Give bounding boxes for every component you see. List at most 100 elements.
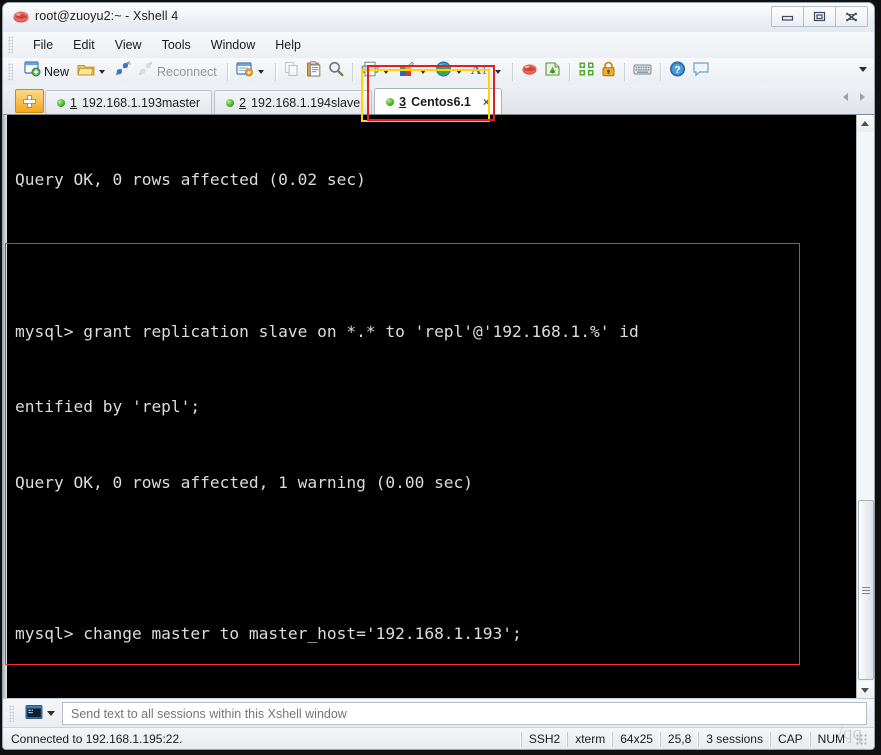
- terminal-scrollbar[interactable]: [856, 115, 874, 699]
- terminal-line: entified by 'repl';: [15, 397, 201, 417]
- new-window-icon: [24, 61, 41, 82]
- tab-scroll-left-icon[interactable]: [843, 93, 848, 101]
- xftp-icon: [544, 61, 561, 82]
- xshell-window: root@zuoyu2:~ - Xshell 4 File Edit View …: [2, 2, 875, 750]
- resize-grip-icon[interactable]: [856, 733, 868, 746]
- new-session-button[interactable]: New: [21, 60, 74, 83]
- open-session-button[interactable]: [74, 60, 111, 83]
- browser-button[interactable]: [432, 60, 468, 83]
- terminal-line: Query OK, 0 rows affected, 1 warning (0.…: [15, 472, 474, 492]
- scroll-down-button[interactable]: [857, 682, 873, 699]
- globe-icon: [435, 61, 452, 82]
- terminal-output: Query OK, 0 rows affected (0.02 sec) mys…: [15, 117, 844, 718]
- status-dot-icon: [386, 97, 395, 106]
- triangle-down-icon: [861, 688, 869, 693]
- chevron-down-icon[interactable]: [494, 69, 501, 74]
- send-to-all-input[interactable]: [62, 702, 867, 725]
- toolbar-separator-3: [351, 62, 353, 81]
- feedback-button[interactable]: [689, 60, 713, 83]
- lock-button[interactable]: [598, 60, 619, 83]
- paste-button[interactable]: [303, 60, 325, 83]
- copy-button[interactable]: [281, 60, 303, 83]
- tab-bar: 1 192.168.1.193master 2 192.168.1.194sla…: [3, 85, 874, 115]
- scrollbar-thumb[interactable]: [858, 500, 874, 680]
- toolbar-separator-7: [659, 62, 661, 81]
- status-caps-lock: CAP: [769, 732, 810, 747]
- tab-number: 2: [239, 95, 247, 110]
- speech-bubble-icon: [692, 61, 710, 82]
- terminal-line: mysql> grant replication slave on *.* to…: [15, 321, 639, 341]
- status-cells: SSH2 xterm 64x25 25,8 3 sessions CAP NUM: [520, 728, 868, 749]
- copy-icon: [284, 61, 300, 82]
- properties-button[interactable]: [233, 60, 270, 83]
- font-button[interactable]: A 1: [468, 60, 507, 83]
- title-bar: root@zuoyu2:~ - Xshell 4: [3, 3, 874, 33]
- menu-window[interactable]: Window: [201, 35, 265, 55]
- window-controls: [771, 6, 868, 27]
- toolbar-buttons: New Reconnect A 1 ?: [21, 58, 713, 85]
- menu-help[interactable]: Help: [265, 35, 311, 55]
- lock-icon: [601, 61, 616, 82]
- close-button[interactable]: [835, 6, 868, 27]
- sendbar-drag-grip[interactable]: [9, 705, 14, 722]
- color-palette-icon: [398, 61, 416, 82]
- session-tabs: 1 192.168.1.193master 2 192.168.1.194sla…: [45, 88, 504, 114]
- color-scheme-button[interactable]: [395, 60, 432, 83]
- connect-plug-icon: [114, 60, 132, 82]
- print-button[interactable]: [358, 60, 395, 83]
- connect-button[interactable]: [111, 60, 134, 83]
- toolbar-overflow-chevron-down-icon[interactable]: [859, 67, 867, 72]
- scrollbar-grip: [862, 586, 870, 594]
- chevron-down-icon[interactable]: [257, 69, 264, 74]
- fullscreen-button[interactable]: [575, 60, 598, 83]
- tab-192-168-1-194slave[interactable]: 2 192.168.1.194slave: [214, 90, 373, 114]
- svg-text:1: 1: [481, 62, 488, 77]
- terminal-area: Query OK, 0 rows affected (0.02 sec) mys…: [3, 114, 874, 719]
- question-circle-icon: ?: [669, 61, 686, 82]
- tab-scroll-right-icon[interactable]: [860, 93, 865, 101]
- connection-status: Connected to 192.168.1.195:22.: [11, 732, 183, 746]
- help-button[interactable]: ?: [666, 60, 689, 83]
- toolbar: New Reconnect A 1 ?: [3, 58, 874, 86]
- chevron-down-icon[interactable]: [382, 69, 389, 74]
- menu-view[interactable]: View: [105, 35, 152, 55]
- maximize-button[interactable]: [803, 6, 836, 27]
- xftp-button[interactable]: [541, 60, 564, 83]
- send-to-all-bar: [3, 698, 874, 728]
- xshell-button[interactable]: [518, 60, 541, 83]
- menu-tools[interactable]: Tools: [152, 35, 201, 55]
- tab-centos6-1[interactable]: 3 Centos6.1 ×: [374, 88, 502, 114]
- scroll-up-button[interactable]: [857, 115, 873, 132]
- tab-label: 192.168.1.194slave: [251, 95, 361, 110]
- status-dot-icon: [57, 98, 65, 107]
- chevron-down-icon[interactable]: [419, 69, 426, 74]
- chevron-down-icon[interactable]: [99, 69, 106, 74]
- keyboard-button[interactable]: [630, 60, 655, 83]
- toolbar-separator-1: [226, 62, 228, 81]
- minimize-button[interactable]: [771, 6, 804, 27]
- chevron-down-icon[interactable]: [455, 69, 462, 74]
- tab-label: 192.168.1.193master: [81, 95, 201, 110]
- menubar-drag-grip[interactable]: [8, 36, 13, 54]
- terminal-screen[interactable]: Query OK, 0 rows affected (0.02 sec) mys…: [5, 115, 874, 719]
- menu-edit[interactable]: Edit: [63, 35, 105, 55]
- tab-192-168-1-193master[interactable]: 1 192.168.1.193master: [45, 90, 213, 114]
- new-tab-button[interactable]: [15, 89, 44, 113]
- menu-file[interactable]: File: [23, 35, 63, 55]
- status-session-count: 3 sessions: [698, 732, 770, 747]
- status-cursor-position: 25,8: [659, 732, 698, 747]
- terminal-window-icon[interactable]: [25, 704, 43, 725]
- reconnect-button[interactable]: Reconnect: [134, 60, 222, 83]
- xshell-logo-icon: [12, 8, 30, 26]
- find-button[interactable]: [325, 60, 347, 83]
- svg-text:?: ?: [674, 65, 680, 76]
- sendbar-chevron-down-icon[interactable]: [47, 711, 55, 716]
- toolbar-drag-grip[interactable]: [8, 63, 13, 81]
- plus-icon: [24, 95, 35, 107]
- magnifier-icon: [328, 61, 344, 82]
- menu-items: File Edit View Tools Window Help: [23, 32, 311, 58]
- tab-close-icon[interactable]: ×: [483, 96, 490, 108]
- terminal-line: mysql> change master to master_host='192…: [15, 623, 522, 643]
